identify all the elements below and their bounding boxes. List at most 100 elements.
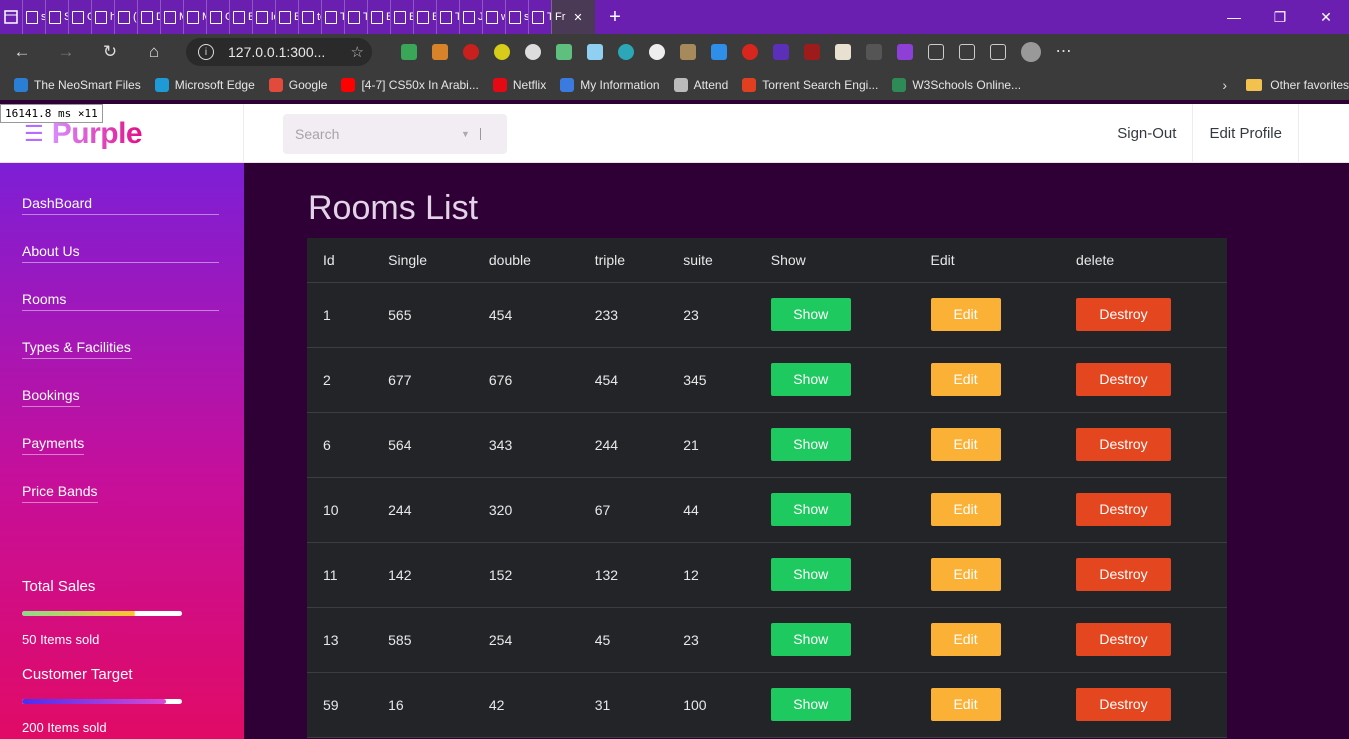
other-favorites[interactable]: Other favorites: [1246, 78, 1349, 92]
new-tab-button[interactable]: +: [595, 6, 635, 29]
chevron-right-icon[interactable]: ›: [1222, 77, 1227, 93]
browser-tab[interactable]: M: [183, 0, 206, 34]
address-bar[interactable]: i 127.0.0.1:300... ☆: [186, 38, 372, 66]
extension-icon[interactable]: [834, 44, 851, 60]
browser-tab[interactable]: Sh: [45, 0, 68, 34]
browser-tab[interactable]: M: [160, 0, 183, 34]
browser-tab[interactable]: Te: [528, 0, 551, 34]
extension-icon[interactable]: [493, 44, 510, 60]
extension-icon[interactable]: [741, 44, 758, 60]
ublock-icon[interactable]: [462, 44, 479, 60]
show-button[interactable]: Show: [770, 363, 851, 396]
destroy-button[interactable]: Destroy: [1076, 558, 1172, 591]
extension-icon[interactable]: [431, 44, 448, 60]
browser-tab[interactable]: te: [298, 0, 321, 34]
minimize-icon[interactable]: —: [1211, 0, 1257, 34]
sign-out-link[interactable]: Sign-Out: [1101, 104, 1194, 163]
profile-avatar[interactable]: [1020, 42, 1041, 62]
show-button[interactable]: Show: [770, 623, 851, 656]
favorite-star-icon[interactable]: ☆: [351, 43, 364, 61]
shield-extension-icon[interactable]: [400, 44, 417, 60]
bookmark-item[interactable]: Google: [268, 78, 327, 92]
browser-tab[interactable]: Bi: [413, 0, 436, 34]
browser-tab-active[interactable]: Fr ✕: [551, 0, 595, 34]
show-button[interactable]: Show: [770, 428, 851, 461]
browser-tab[interactable]: le: [252, 0, 275, 34]
tab-actions-icon[interactable]: [0, 0, 22, 34]
browser-tab[interactable]: Bi: [367, 0, 390, 34]
bookmark-item[interactable]: [4-7] CS50x In Arabi...: [341, 78, 479, 92]
extension-icon[interactable]: [586, 44, 603, 60]
sidebar-item[interactable]: Bookings: [22, 355, 244, 407]
show-button[interactable]: Show: [770, 298, 851, 331]
extension-icon[interactable]: [617, 44, 634, 60]
search-input[interactable]: Search ▼: [283, 114, 507, 154]
edit-profile-link[interactable]: Edit Profile: [1193, 104, 1299, 163]
more-menu-icon[interactable]: ⋯: [1056, 44, 1072, 60]
bookmark-item[interactable]: The NeoSmart Files: [14, 78, 141, 92]
reload-button[interactable]: ↻: [88, 34, 132, 70]
bookmark-item[interactable]: My Information: [560, 78, 660, 92]
edit-button[interactable]: Edit: [930, 493, 1001, 526]
collections-icon[interactable]: [989, 44, 1006, 60]
extension-icon[interactable]: [679, 44, 696, 60]
extension-icon[interactable]: [896, 44, 913, 60]
edit-button[interactable]: Edit: [930, 558, 1001, 591]
show-button[interactable]: Show: [770, 558, 851, 591]
destroy-button[interactable]: Destroy: [1076, 623, 1172, 656]
browser-tab[interactable]: Te: [344, 0, 367, 34]
browser-tab[interactable]: Bi: [275, 0, 298, 34]
destroy-button[interactable]: Destroy: [1076, 363, 1172, 396]
destroy-button[interactable]: Destroy: [1076, 298, 1172, 331]
sync-extension-icon[interactable]: [524, 44, 541, 60]
edit-button[interactable]: Edit: [930, 688, 1001, 721]
edit-button[interactable]: Edit: [930, 298, 1001, 331]
extension-icon[interactable]: [710, 44, 727, 60]
browser-tab[interactable]: Bi: [229, 0, 252, 34]
sidebar-item[interactable]: About Us: [22, 211, 244, 263]
destroy-button[interactable]: Destroy: [1076, 428, 1172, 461]
forward-button[interactable]: →: [44, 34, 88, 70]
edit-button[interactable]: Edit: [930, 428, 1001, 461]
browser-tab[interactable]: sh: [505, 0, 528, 34]
browser-tab[interactable]: ht: [91, 0, 114, 34]
site-info-icon[interactable]: i: [198, 44, 214, 60]
show-button[interactable]: Show: [770, 493, 851, 526]
restore-icon[interactable]: ❐: [1257, 0, 1303, 34]
browser-tab[interactable]: Tr: [436, 0, 459, 34]
eye-extension-icon[interactable]: [648, 44, 665, 60]
close-window-icon[interactable]: ✕: [1303, 0, 1349, 34]
extension-icon[interactable]: [555, 44, 572, 60]
edit-button[interactable]: Edit: [930, 623, 1001, 656]
sidebar-item[interactable]: Payments: [22, 403, 244, 455]
browser-tab[interactable]: Tr: [321, 0, 344, 34]
bookmark-item[interactable]: Netflix: [492, 78, 546, 92]
extensions-puzzle-icon[interactable]: [927, 44, 944, 60]
browser-tab[interactable]: JS: [459, 0, 482, 34]
browser-tab[interactable]: D:: [137, 0, 160, 34]
browser-tab[interactable]: (2: [114, 0, 137, 34]
browser-tab[interactable]: w: [482, 0, 505, 34]
home-button[interactable]: ⌂: [132, 34, 176, 70]
destroy-button[interactable]: Destroy: [1076, 688, 1172, 721]
browser-tab[interactable]: G: [206, 0, 229, 34]
edit-button[interactable]: Edit: [930, 363, 1001, 396]
show-button[interactable]: Show: [770, 688, 851, 721]
sidebar-item[interactable]: DashBoard: [22, 163, 244, 215]
bookmark-item[interactable]: Torrent Search Engi...: [742, 78, 878, 92]
browser-tab[interactable]: Gi: [68, 0, 91, 34]
sidebar-item[interactable]: Types & Facilities: [22, 307, 244, 359]
destroy-button[interactable]: Destroy: [1076, 493, 1172, 526]
extension-icon[interactable]: [772, 44, 789, 60]
extension-icon[interactable]: [865, 44, 882, 60]
bookmark-item[interactable]: Microsoft Edge: [154, 78, 255, 92]
browser-tab[interactable]: Bi: [390, 0, 413, 34]
close-tab-icon[interactable]: ✕: [573, 11, 582, 24]
browser-tab[interactable]: sh: [22, 0, 45, 34]
extension-icon[interactable]: [803, 44, 820, 60]
back-button[interactable]: ←: [0, 34, 44, 70]
bookmark-item[interactable]: W3Schools Online...: [892, 78, 1021, 92]
favorites-icon[interactable]: [958, 44, 975, 60]
sidebar-item[interactable]: Rooms: [22, 259, 244, 311]
bookmark-item[interactable]: Attend: [673, 78, 728, 92]
